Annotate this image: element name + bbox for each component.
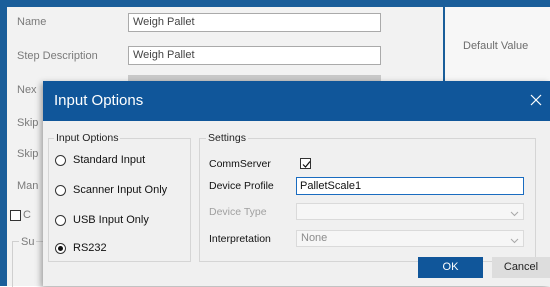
device-profile-input[interactable]	[296, 177, 524, 195]
skip-label: Skip	[17, 117, 39, 129]
radio-standard-input[interactable]: Standard Input	[55, 152, 145, 168]
radio-scanner-input-only[interactable]: Scanner Input Only	[55, 182, 167, 198]
step-description-label: Step Description	[17, 50, 98, 62]
device-profile-label: Device Profile	[209, 180, 274, 192]
ok-button[interactable]: OK	[418, 257, 483, 278]
input-options-legend: Input Options	[54, 132, 121, 144]
name-field[interactable]: Weigh Pallet	[128, 13, 381, 32]
device-type-select[interactable]	[296, 203, 524, 220]
background-fieldset-label: Su	[19, 236, 37, 248]
next-label: Nex	[17, 84, 37, 96]
input-options-group: Input Options Standard Input Scanner Inp…	[48, 132, 191, 262]
radio-button[interactable]	[55, 184, 66, 196]
input-options-dialog: Input Options Input Options Standard Inp…	[43, 81, 550, 286]
cancel-button[interactable]: Cancel	[492, 257, 550, 278]
radio-label: Standard Input	[73, 154, 146, 166]
radio-label: Scanner Input Only	[73, 184, 168, 196]
default-value-header: Default Value	[463, 40, 529, 52]
chevron-down-icon	[510, 235, 519, 248]
interpretation-select[interactable]: None	[296, 230, 524, 247]
commserver-label: CommServer	[209, 158, 271, 170]
background-checkbox[interactable]	[10, 210, 21, 221]
window-left-border	[0, 0, 7, 286]
check-icon	[302, 161, 311, 168]
background-checkbox-label: C	[23, 209, 31, 221]
step-description-field[interactable]: Weigh Pallet	[128, 46, 381, 65]
dialog-titlebar[interactable]: Input Options	[43, 81, 550, 121]
settings-legend: Settings	[206, 132, 248, 144]
interpretation-value: None	[301, 232, 328, 244]
skip-label-2: Skip	[17, 148, 39, 160]
commserver-checkbox[interactable]	[300, 158, 311, 169]
name-label: Name	[17, 16, 47, 28]
dialog-title: Input Options	[54, 92, 144, 109]
radio-usb-input-only[interactable]: USB Input Only	[55, 212, 149, 228]
device-type-label: Device Type	[209, 206, 267, 218]
close-icon[interactable]	[529, 93, 543, 107]
radio-button[interactable]	[55, 214, 66, 226]
man-label: Man	[17, 180, 39, 192]
interpretation-label: Interpretation	[209, 233, 271, 245]
radio-rs232[interactable]: RS232	[55, 240, 107, 256]
radio-label: USB Input Only	[73, 214, 149, 226]
settings-group: Settings CommServer Device Profile Devic…	[199, 132, 536, 262]
radio-button-selected[interactable]	[55, 242, 66, 254]
radio-button[interactable]	[55, 154, 66, 166]
radio-label: RS232	[73, 242, 107, 254]
chevron-down-icon	[510, 208, 519, 221]
window-top-border	[0, 0, 550, 7]
